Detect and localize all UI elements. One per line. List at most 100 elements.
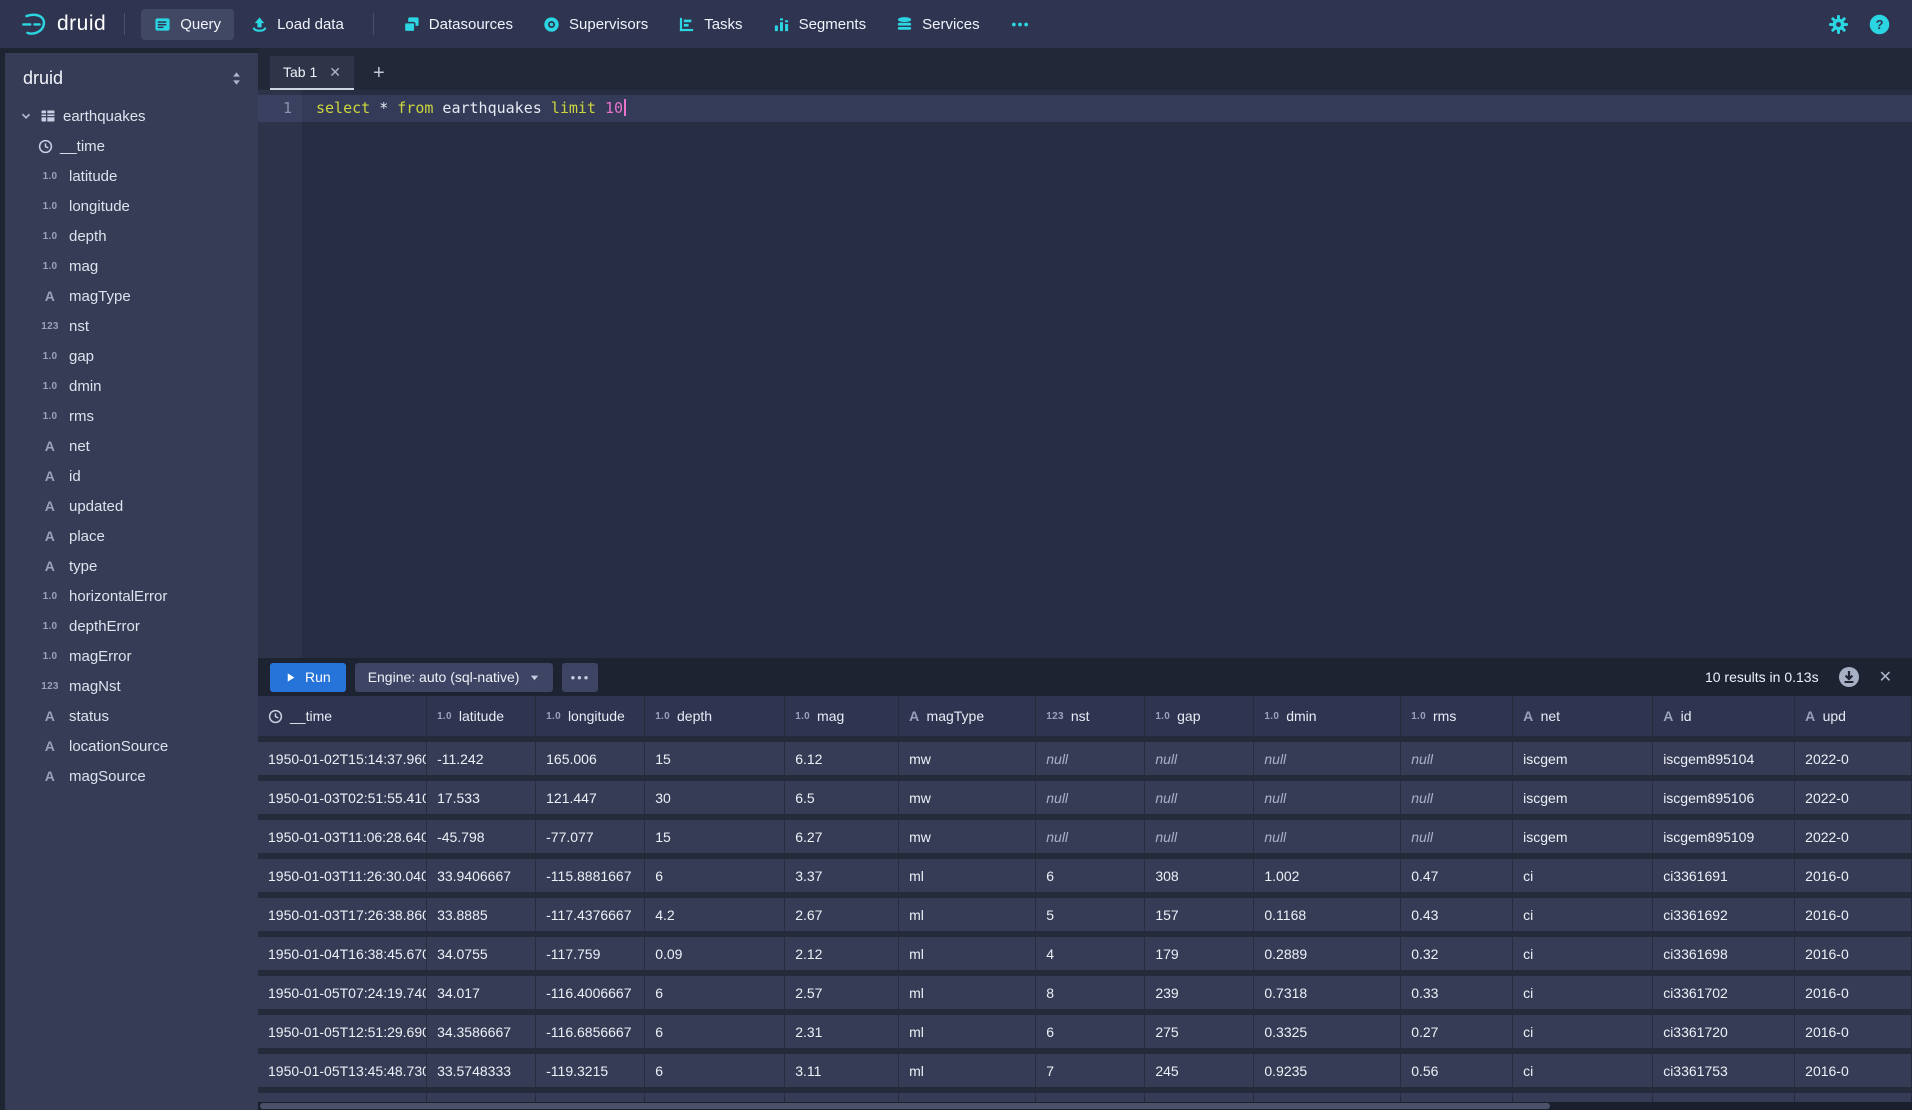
cell-longitude[interactable]: -115.8881667 xyxy=(536,859,645,892)
cell-gap[interactable]: 245 xyxy=(1145,1054,1254,1087)
cell-__time[interactable]: 1950-01-03T11:06:28.640Z xyxy=(258,820,427,853)
sidebar-table-earthquakes[interactable]: earthquakes xyxy=(5,101,258,131)
cell-rms[interactable]: null xyxy=(1401,742,1513,775)
cell-longitude[interactable]: -119.3215 xyxy=(536,1054,645,1087)
close-results-icon[interactable]: ✕ xyxy=(1879,667,1892,687)
sidebar-column-__time[interactable]: __time xyxy=(5,131,258,161)
cell-net[interactable]: ci xyxy=(1513,976,1653,1009)
cell-dmin[interactable]: 0.3325 xyxy=(1254,1015,1401,1048)
cell-upd[interactable]: 2016-0 xyxy=(1795,937,1912,970)
cell-__time[interactable]: 1950-01-04T16:38:45.670Z xyxy=(258,937,427,970)
cell-longitude[interactable]: -117.759 xyxy=(536,937,645,970)
sidebar-column-magType[interactable]: AmagType xyxy=(5,281,258,311)
add-tab-button[interactable]: + xyxy=(363,56,395,90)
cell-longitude[interactable]: -117.4376667 xyxy=(536,898,645,931)
cell-depth[interactable]: 30 xyxy=(645,781,785,814)
sidebar-column-nst[interactable]: 123nst xyxy=(5,311,258,341)
cell-magType[interactable]: mw xyxy=(899,742,1036,775)
column-header-depth[interactable]: 1.0depth xyxy=(645,696,785,736)
cell-net[interactable]: ci xyxy=(1513,859,1653,892)
sidebar-column-net[interactable]: Anet xyxy=(5,431,258,461)
cell-magType[interactable]: mw xyxy=(899,781,1036,814)
cell-depth[interactable]: 15 xyxy=(645,820,785,853)
cell-latitude[interactable]: -45.798 xyxy=(427,820,536,853)
cell-mag[interactable]: 2.67 xyxy=(785,898,899,931)
cell-net[interactable]: ci xyxy=(1513,937,1653,970)
cell-latitude[interactable]: 34.3586667 xyxy=(427,1015,536,1048)
cell-magType[interactable]: ml xyxy=(899,859,1036,892)
cell-id[interactable]: ci3361698 xyxy=(1653,937,1795,970)
cell-upd[interactable]: 2016-0 xyxy=(1795,1054,1912,1087)
sidebar-column-gap[interactable]: 1.0gap xyxy=(5,341,258,371)
cell-rms[interactable]: null xyxy=(1401,781,1513,814)
sidebar-column-place[interactable]: Aplace xyxy=(5,521,258,551)
cell-id[interactable]: iscgem895104 xyxy=(1653,742,1795,775)
cell-id[interactable]: iscgem895109 xyxy=(1653,820,1795,853)
nav-item-segments[interactable]: Segments xyxy=(760,9,880,40)
sidebar-column-updated[interactable]: Aupdated xyxy=(5,491,258,521)
column-header-dmin[interactable]: 1.0dmin xyxy=(1254,696,1401,736)
column-header-longitude[interactable]: 1.0longitude xyxy=(536,696,645,736)
cell-gap[interactable]: 179 xyxy=(1145,937,1254,970)
sidebar-column-type[interactable]: Atype xyxy=(5,551,258,581)
cell-gap[interactable]: 239 xyxy=(1145,976,1254,1009)
sidebar-column-locationSource[interactable]: AlocationSource xyxy=(5,731,258,761)
cell-magType[interactable]: ml xyxy=(899,1054,1036,1087)
cell-nst[interactable]: 6 xyxy=(1036,859,1145,892)
cell-nst[interactable]: null xyxy=(1036,742,1145,775)
column-header-gap[interactable]: 1.0gap xyxy=(1145,696,1254,736)
cell-mag[interactable]: 2.31 xyxy=(785,1015,899,1048)
cell-longitude[interactable]: -116.4006667 xyxy=(536,976,645,1009)
run-button[interactable]: Run xyxy=(270,663,346,692)
cell-mag[interactable]: 2.57 xyxy=(785,976,899,1009)
cell-dmin[interactable]: 0.9235 xyxy=(1254,1054,1401,1087)
cell-upd[interactable]: 2016-0 xyxy=(1795,976,1912,1009)
cell-mag[interactable]: 6.5 xyxy=(785,781,899,814)
cell-net[interactable]: iscgem xyxy=(1513,742,1653,775)
sidebar-column-magSource[interactable]: AmagSource xyxy=(5,761,258,791)
column-header-__time[interactable]: __time xyxy=(258,696,427,736)
cell-magType[interactable]: mw xyxy=(899,820,1036,853)
cell-mag[interactable]: 3.37 xyxy=(785,859,899,892)
cell-depth[interactable]: 6 xyxy=(645,1015,785,1048)
cell-depth[interactable]: 6 xyxy=(645,1054,785,1087)
cell-nst[interactable]: null xyxy=(1036,781,1145,814)
nav-item-datasources[interactable]: Datasources xyxy=(390,9,526,40)
sidebar-column-rms[interactable]: 1.0rms xyxy=(5,401,258,431)
cell-longitude[interactable]: -116.6856667 xyxy=(536,1015,645,1048)
cell-nst[interactable]: 6 xyxy=(1036,1015,1145,1048)
cell-dmin[interactable]: null xyxy=(1254,820,1401,853)
column-header-magType[interactable]: AmagType xyxy=(899,696,1036,736)
sidebar-column-status[interactable]: Astatus xyxy=(5,701,258,731)
cell-net[interactable]: ci xyxy=(1513,1015,1653,1048)
cell-id[interactable]: ci3361720 xyxy=(1653,1015,1795,1048)
query-more-button[interactable]: ••• xyxy=(562,663,598,692)
engine-select[interactable]: Engine: auto (sql-native) xyxy=(355,663,554,692)
cell-dmin[interactable]: 0.2889 xyxy=(1254,937,1401,970)
sidebar-column-dmin[interactable]: 1.0dmin xyxy=(5,371,258,401)
cell-gap[interactable]: null xyxy=(1145,742,1254,775)
cell-magType[interactable]: ml xyxy=(899,898,1036,931)
cell-net[interactable]: iscgem xyxy=(1513,820,1653,853)
download-icon[interactable] xyxy=(1838,666,1860,688)
tab-1[interactable]: Tab 1 ✕ xyxy=(270,56,354,90)
cell-upd[interactable]: 2022-0 xyxy=(1795,742,1912,775)
cell-longitude[interactable]: 165.006 xyxy=(536,742,645,775)
nav-item-supervisors[interactable]: Supervisors xyxy=(530,9,661,40)
cell-magType[interactable]: ml xyxy=(899,1015,1036,1048)
cell-rms[interactable]: 0.32 xyxy=(1401,937,1513,970)
cell-upd[interactable]: 2016-0 xyxy=(1795,898,1912,931)
cell-gap[interactable]: null xyxy=(1145,820,1254,853)
cell-id[interactable]: iscgem895106 xyxy=(1653,781,1795,814)
cell-nst[interactable]: 4 xyxy=(1036,937,1145,970)
cell-magType[interactable]: ml xyxy=(899,937,1036,970)
horizontal-scrollbar-thumb[interactable] xyxy=(260,1103,1550,1109)
cell-depth[interactable]: 6 xyxy=(645,859,785,892)
sidebar-column-id[interactable]: Aid xyxy=(5,461,258,491)
cell-dmin[interactable]: null xyxy=(1254,742,1401,775)
cell-nst[interactable]: null xyxy=(1036,820,1145,853)
cell-latitude[interactable]: 34.0755 xyxy=(427,937,536,970)
cell-rms[interactable]: 0.43 xyxy=(1401,898,1513,931)
sidebar-column-depth[interactable]: 1.0depth xyxy=(5,221,258,251)
column-header-rms[interactable]: 1.0rms xyxy=(1401,696,1513,736)
